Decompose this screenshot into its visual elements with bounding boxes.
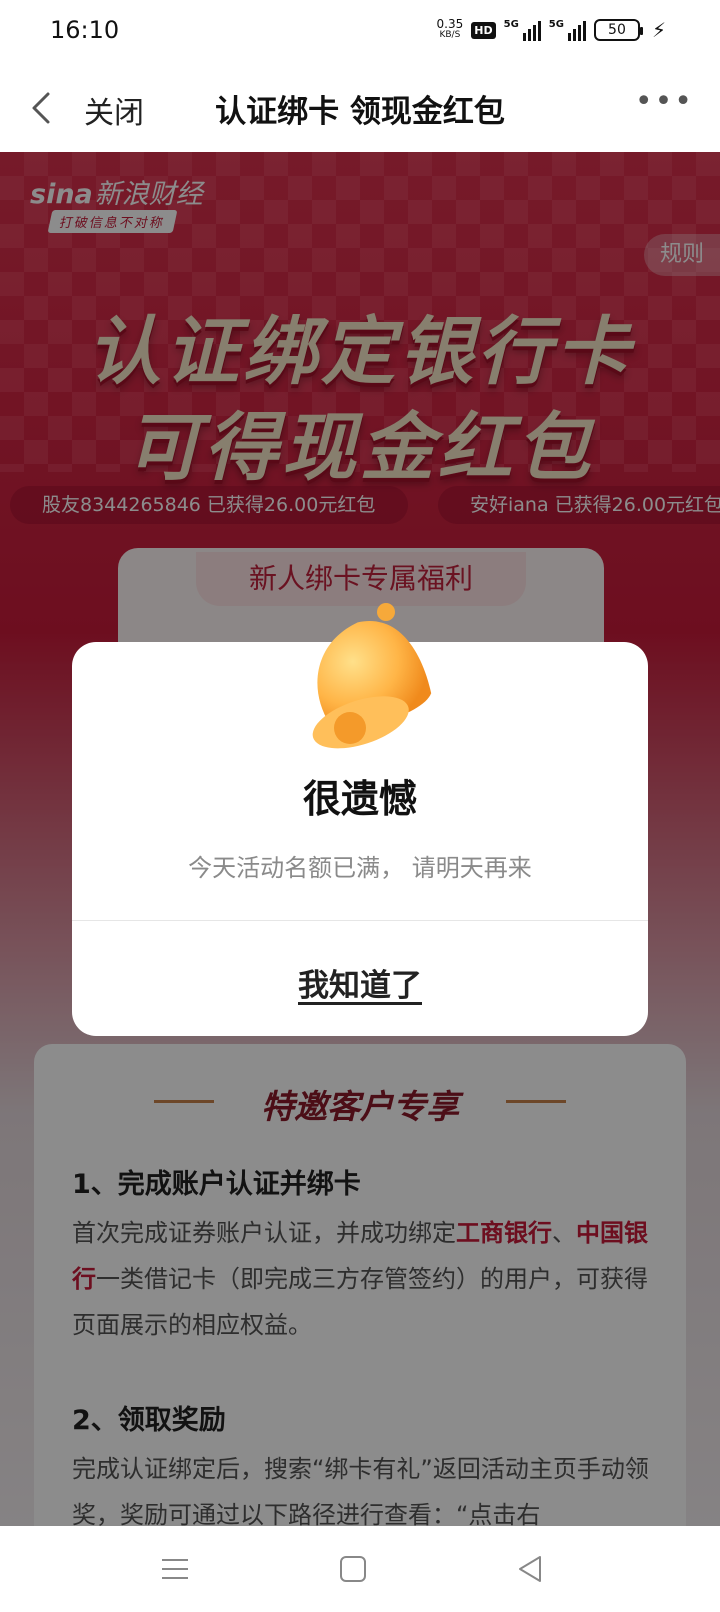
menu-icon[interactable] (158, 1552, 192, 1586)
dialog-title: 很遗憾 (302, 777, 417, 821)
dialog-message: 今天活动名额已满， 请明天再来 (188, 854, 532, 882)
hd-voice-icon: HD (471, 21, 496, 39)
status-bar: 16:10 0.35 KB/S HD 5G 5G 50 ⚡ (0, 0, 720, 64)
charging-icon: ⚡ (651, 18, 666, 42)
nav-bar: 关闭 认证绑卡 领现金红包 ••• (0, 64, 720, 152)
status-time: 16:10 (50, 16, 120, 44)
network-speed-unit: KB/S (439, 30, 461, 40)
got-it-button[interactable]: 我知道了 (72, 960, 648, 1005)
status-icons: 0.35 KB/S HD 5G 5G 50 ⚡ (437, 18, 666, 42)
page-title: 认证绑卡 领现金红包 (215, 94, 505, 130)
signal-strength-icon-2: 5G (549, 19, 586, 41)
dialog-divider (72, 920, 648, 921)
system-navigation-bar (0, 1526, 720, 1612)
signal-label-2: 5G (548, 19, 564, 30)
back-icon[interactable] (514, 1552, 548, 1586)
network-speed-value: 0.35 (436, 17, 464, 31)
signal-strength-icon: 5G (504, 19, 541, 41)
network-speed: 0.35 KB/S (436, 17, 464, 41)
home-icon[interactable] (336, 1552, 370, 1586)
bell-icon (312, 603, 432, 749)
battery-icon: 50 (593, 19, 643, 41)
signal-label: 5G (503, 19, 519, 30)
more-icon[interactable]: ••• (635, 84, 694, 119)
